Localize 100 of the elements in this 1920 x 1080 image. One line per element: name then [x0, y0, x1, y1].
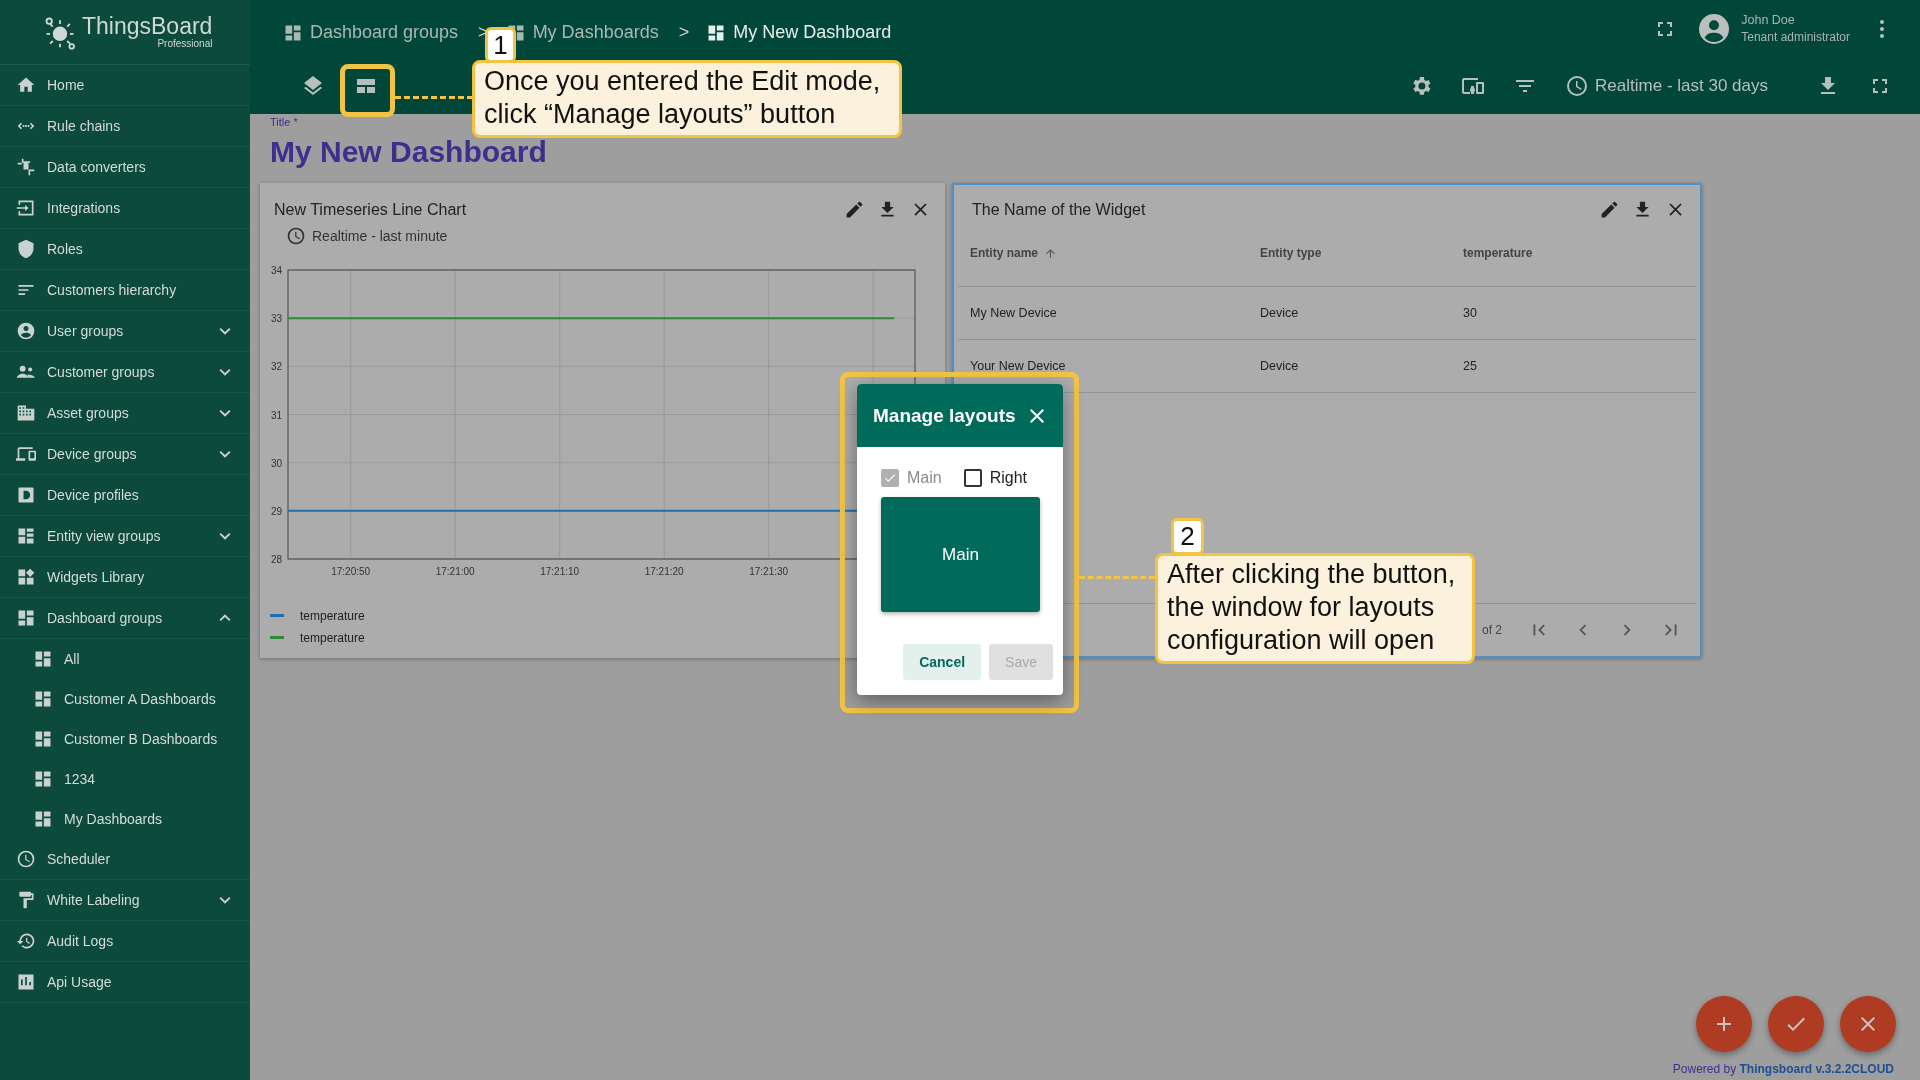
x-tick-label: 17:21:00	[435, 566, 475, 577]
dashboard-icon	[33, 769, 53, 789]
sidebar-item[interactable]: Asset groups	[0, 393, 250, 434]
step-number: 1	[485, 27, 516, 63]
sidebar-subitem[interactable]: All	[0, 639, 250, 679]
sidebar-item[interactable]: Integrations	[0, 188, 250, 229]
timewindow-button[interactable]: Realtime - last 30 days	[1565, 73, 1768, 98]
sidebar-subitem[interactable]: Customer B Dashboards	[0, 719, 250, 759]
table-cell-text: 30	[1463, 306, 1478, 320]
input-icon	[16, 198, 36, 218]
sidebar-item[interactable]: Data converters	[0, 147, 250, 188]
tile-icon	[16, 485, 36, 505]
y-tick-label: 33	[270, 313, 282, 325]
sidebar-item[interactable]: Entity view groups	[0, 516, 250, 557]
sidebar-item[interactable]: Device profiles	[0, 475, 250, 516]
avatar-icon[interactable]	[1699, 13, 1730, 44]
user-role: Tenant administrator	[1741, 30, 1850, 44]
history-icon	[16, 931, 36, 951]
dashboard-icon	[33, 729, 53, 749]
sidebar-item[interactable]: Audit Logs	[0, 921, 250, 962]
sidebar-item[interactable]: Widgets Library	[0, 557, 250, 598]
breadcrumb-separator: >	[678, 22, 690, 43]
sidebar-item[interactable]: Api Usage	[0, 962, 250, 1003]
footer-text: Powered by	[1672, 1062, 1737, 1076]
x-tick-label: 17:20:50	[331, 566, 371, 577]
y-tick-label: 29	[270, 505, 282, 517]
widget-timewindow: Realtime - last minute	[312, 228, 448, 244]
widget-title: The Name of the Widget	[972, 200, 1146, 219]
checkbox-label: Main	[907, 469, 942, 487]
home-icon	[16, 75, 36, 95]
sidebar-item[interactable]: Scheduler	[0, 839, 250, 880]
table-cell-text: Device	[1260, 306, 1300, 320]
highlight-frame	[340, 64, 395, 117]
sort-arrow-icon	[1044, 246, 1057, 260]
layout-preview-button[interactable]: Main	[881, 497, 1040, 612]
widgets-icon	[16, 567, 36, 587]
y-tick-label: 32	[270, 361, 282, 373]
dashboard-icon	[33, 809, 53, 829]
y-tick-label: 28	[270, 554, 282, 565]
legend-swatch	[270, 614, 284, 617]
table-cell-text: Your New Device	[970, 359, 1067, 373]
clock-icon	[16, 849, 36, 869]
callout-text: After clicking the button, the window for layouts configuration will open	[1155, 553, 1475, 664]
sidebar-item[interactable]: Customer groups	[0, 352, 250, 393]
sidebar-item[interactable]: Device groups	[0, 434, 250, 475]
dashboard-icon	[16, 608, 36, 628]
clock-icon	[1565, 73, 1590, 98]
edit-icon[interactable]	[1599, 199, 1620, 220]
dashboard-icon	[33, 649, 53, 669]
checkbox-label: Right	[989, 469, 1028, 487]
close-button[interactable]	[1840, 996, 1896, 1052]
step-number: 2	[1171, 518, 1204, 555]
x-tick-label: 17:21:30	[749, 566, 789, 577]
sidebar-item[interactable]: Rule chains	[0, 106, 250, 147]
table-cell-text: My New Device	[970, 306, 1058, 320]
legend-label: temperature	[300, 609, 365, 623]
widget-title: New Timeseries Line Chart	[274, 200, 467, 219]
sidebar-item[interactable]: User groups	[0, 311, 250, 352]
sidebar-subitem[interactable]: 1234	[0, 759, 250, 799]
bar-chart-icon	[16, 972, 36, 992]
y-tick-label: 34	[270, 265, 282, 276]
grid-icon	[16, 526, 36, 546]
breadcrumb-link[interactable]: Dashboard groups	[283, 22, 459, 43]
column-header[interactable]: Entity name	[970, 246, 1260, 260]
table-cell-text: Device	[1260, 359, 1300, 373]
breadcrumb-link[interactable]: My New Dashboard	[706, 22, 892, 43]
building-icon	[16, 403, 36, 423]
callout-text: Once you entered the Edit mode, click “Manage layouts” button	[472, 60, 902, 138]
x-tick-label: 17:21:20	[644, 566, 684, 577]
cancel-button[interactable]: Cancel	[903, 644, 982, 680]
user-name: John Doe	[1741, 13, 1796, 27]
sidebar-item[interactable]: Dashboard groups	[0, 598, 250, 639]
sidebar-item[interactable]: Roles	[0, 229, 250, 270]
x-tick-label: 17:21:10	[540, 566, 580, 577]
dashboard-icon	[33, 689, 53, 709]
check-icon	[883, 471, 897, 485]
edit-icon[interactable]	[844, 199, 865, 220]
crop-icon	[16, 157, 36, 177]
sidebar-item[interactable]: Home	[0, 65, 250, 106]
y-tick-label: 31	[270, 409, 282, 421]
column-header[interactable]: temperature	[1463, 246, 1696, 260]
logo-edition: Professional	[157, 39, 213, 49]
clock-icon	[286, 226, 306, 246]
legend-label: temperature	[300, 631, 365, 645]
sidebar-item[interactable]: White Labeling	[0, 880, 250, 921]
account-icon	[16, 321, 36, 341]
sidebar-subitem[interactable]: Customer A Dashboards	[0, 679, 250, 719]
table-cell-text: 25	[1463, 359, 1478, 373]
page-range: of 2	[1482, 623, 1502, 637]
y-tick-label: 30	[270, 457, 282, 469]
title-field-label: Title *	[269, 116, 299, 128]
column-header[interactable]: Entity type	[1260, 246, 1463, 260]
dashboard-title[interactable]: My New Dashboard	[260, 135, 1910, 175]
checkbox[interactable]	[963, 469, 982, 487]
devices-icon	[16, 444, 36, 464]
paint-roller-icon	[16, 890, 36, 910]
sidebar-subitem[interactable]: My Dashboards	[0, 799, 250, 839]
legend-swatch	[270, 636, 284, 639]
sidebar-item[interactable]: Customers hierarchy	[0, 270, 250, 311]
shield-icon	[16, 239, 36, 259]
